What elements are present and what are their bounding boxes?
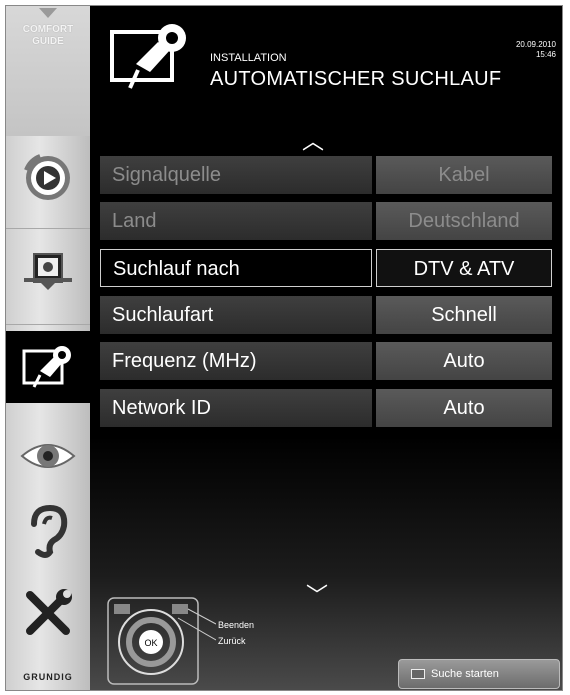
- back-hint: Zurück: [218, 636, 246, 646]
- audio-ear-icon: [31, 504, 68, 558]
- row-label: Land: [100, 202, 372, 240]
- playback-icon: [24, 154, 70, 200]
- row-label: Frequenz (MHz): [100, 342, 372, 380]
- menu-window: COMFORT GUIDE GRUNDIG INSTALLATION AUTOM…: [5, 5, 563, 691]
- start-search-label: Suche starten: [431, 668, 499, 680]
- sidebar-item-source[interactable]: [6, 238, 90, 300]
- sidebar-item-playback[interactable]: [6, 146, 90, 208]
- row-label: Suchlauf nach: [100, 249, 372, 287]
- menu-row-suchlaufart[interactable]: Suchlaufart Schnell: [100, 296, 552, 334]
- menu-row-land[interactable]: Land Deutschland: [100, 202, 552, 240]
- row-value: DTV & ATV: [376, 249, 552, 287]
- guide-label: COMFORT GUIDE: [22, 24, 74, 47]
- row-value: Deutschland: [376, 202, 552, 240]
- exit-hint: Beenden: [218, 620, 255, 630]
- sidebar: COMFORT GUIDE GRUNDIG: [6, 6, 90, 690]
- sidebar-item-tools[interactable]: [6, 581, 90, 643]
- divider: [6, 228, 90, 229]
- brand-logo: GRUNDIG: [23, 672, 73, 682]
- row-label: Signalquelle: [100, 156, 372, 194]
- row-value: Auto: [376, 342, 552, 380]
- guide-arrow-icon: [39, 8, 57, 18]
- page-title: AUTOMATISCHER SUCHLAUF: [210, 68, 502, 90]
- scroll-up-icon[interactable]: ︿: [302, 124, 324, 156]
- menu-row-suchlauf-nach[interactable]: Suchlauf nach DTV & ATV: [100, 249, 552, 287]
- installation-plug-icon: [22, 346, 71, 388]
- row-label: Suchlaufart: [100, 296, 372, 334]
- comfort-guide-button[interactable]: COMFORT GUIDE: [6, 6, 90, 136]
- row-label: Network ID: [100, 389, 372, 427]
- section-label: INSTALLATION: [210, 52, 287, 64]
- row-value: Kabel: [376, 156, 552, 194]
- date-time: 20.09.2010 15:46: [516, 40, 556, 60]
- divider: [6, 324, 90, 325]
- row-value: Schnell: [376, 296, 552, 334]
- scroll-down-icon[interactable]: ﹀: [306, 578, 328, 610]
- start-search-button[interactable]: Suche starten: [398, 659, 560, 689]
- remote-navigation-icon: OK: [107, 597, 216, 685]
- sidebar-item-picture[interactable]: [6, 424, 90, 486]
- installation-header-icon: [110, 24, 186, 89]
- menu-row-network-id[interactable]: Network ID Auto: [100, 389, 552, 427]
- sidebar-item-installation[interactable]: [6, 331, 90, 403]
- header: INSTALLATION AUTOMATISCHER SUCHLAUF 20.0…: [90, 6, 562, 106]
- source-device-icon: [24, 253, 72, 290]
- date-label: 20.09.2010: [515, 40, 556, 49]
- red-key-icon: [411, 669, 425, 680]
- menu-row-frequenz[interactable]: Frequenz (MHz) Auto: [100, 342, 552, 380]
- ok-label: OK: [144, 638, 157, 648]
- picture-eye-icon: [20, 444, 76, 468]
- tools-icon: [26, 589, 72, 635]
- menu-row-signalquelle[interactable]: Signalquelle Kabel: [100, 156, 552, 194]
- row-value: Auto: [376, 389, 552, 427]
- time-label: 15:46: [535, 50, 556, 59]
- sidebar-item-audio[interactable]: [6, 498, 90, 560]
